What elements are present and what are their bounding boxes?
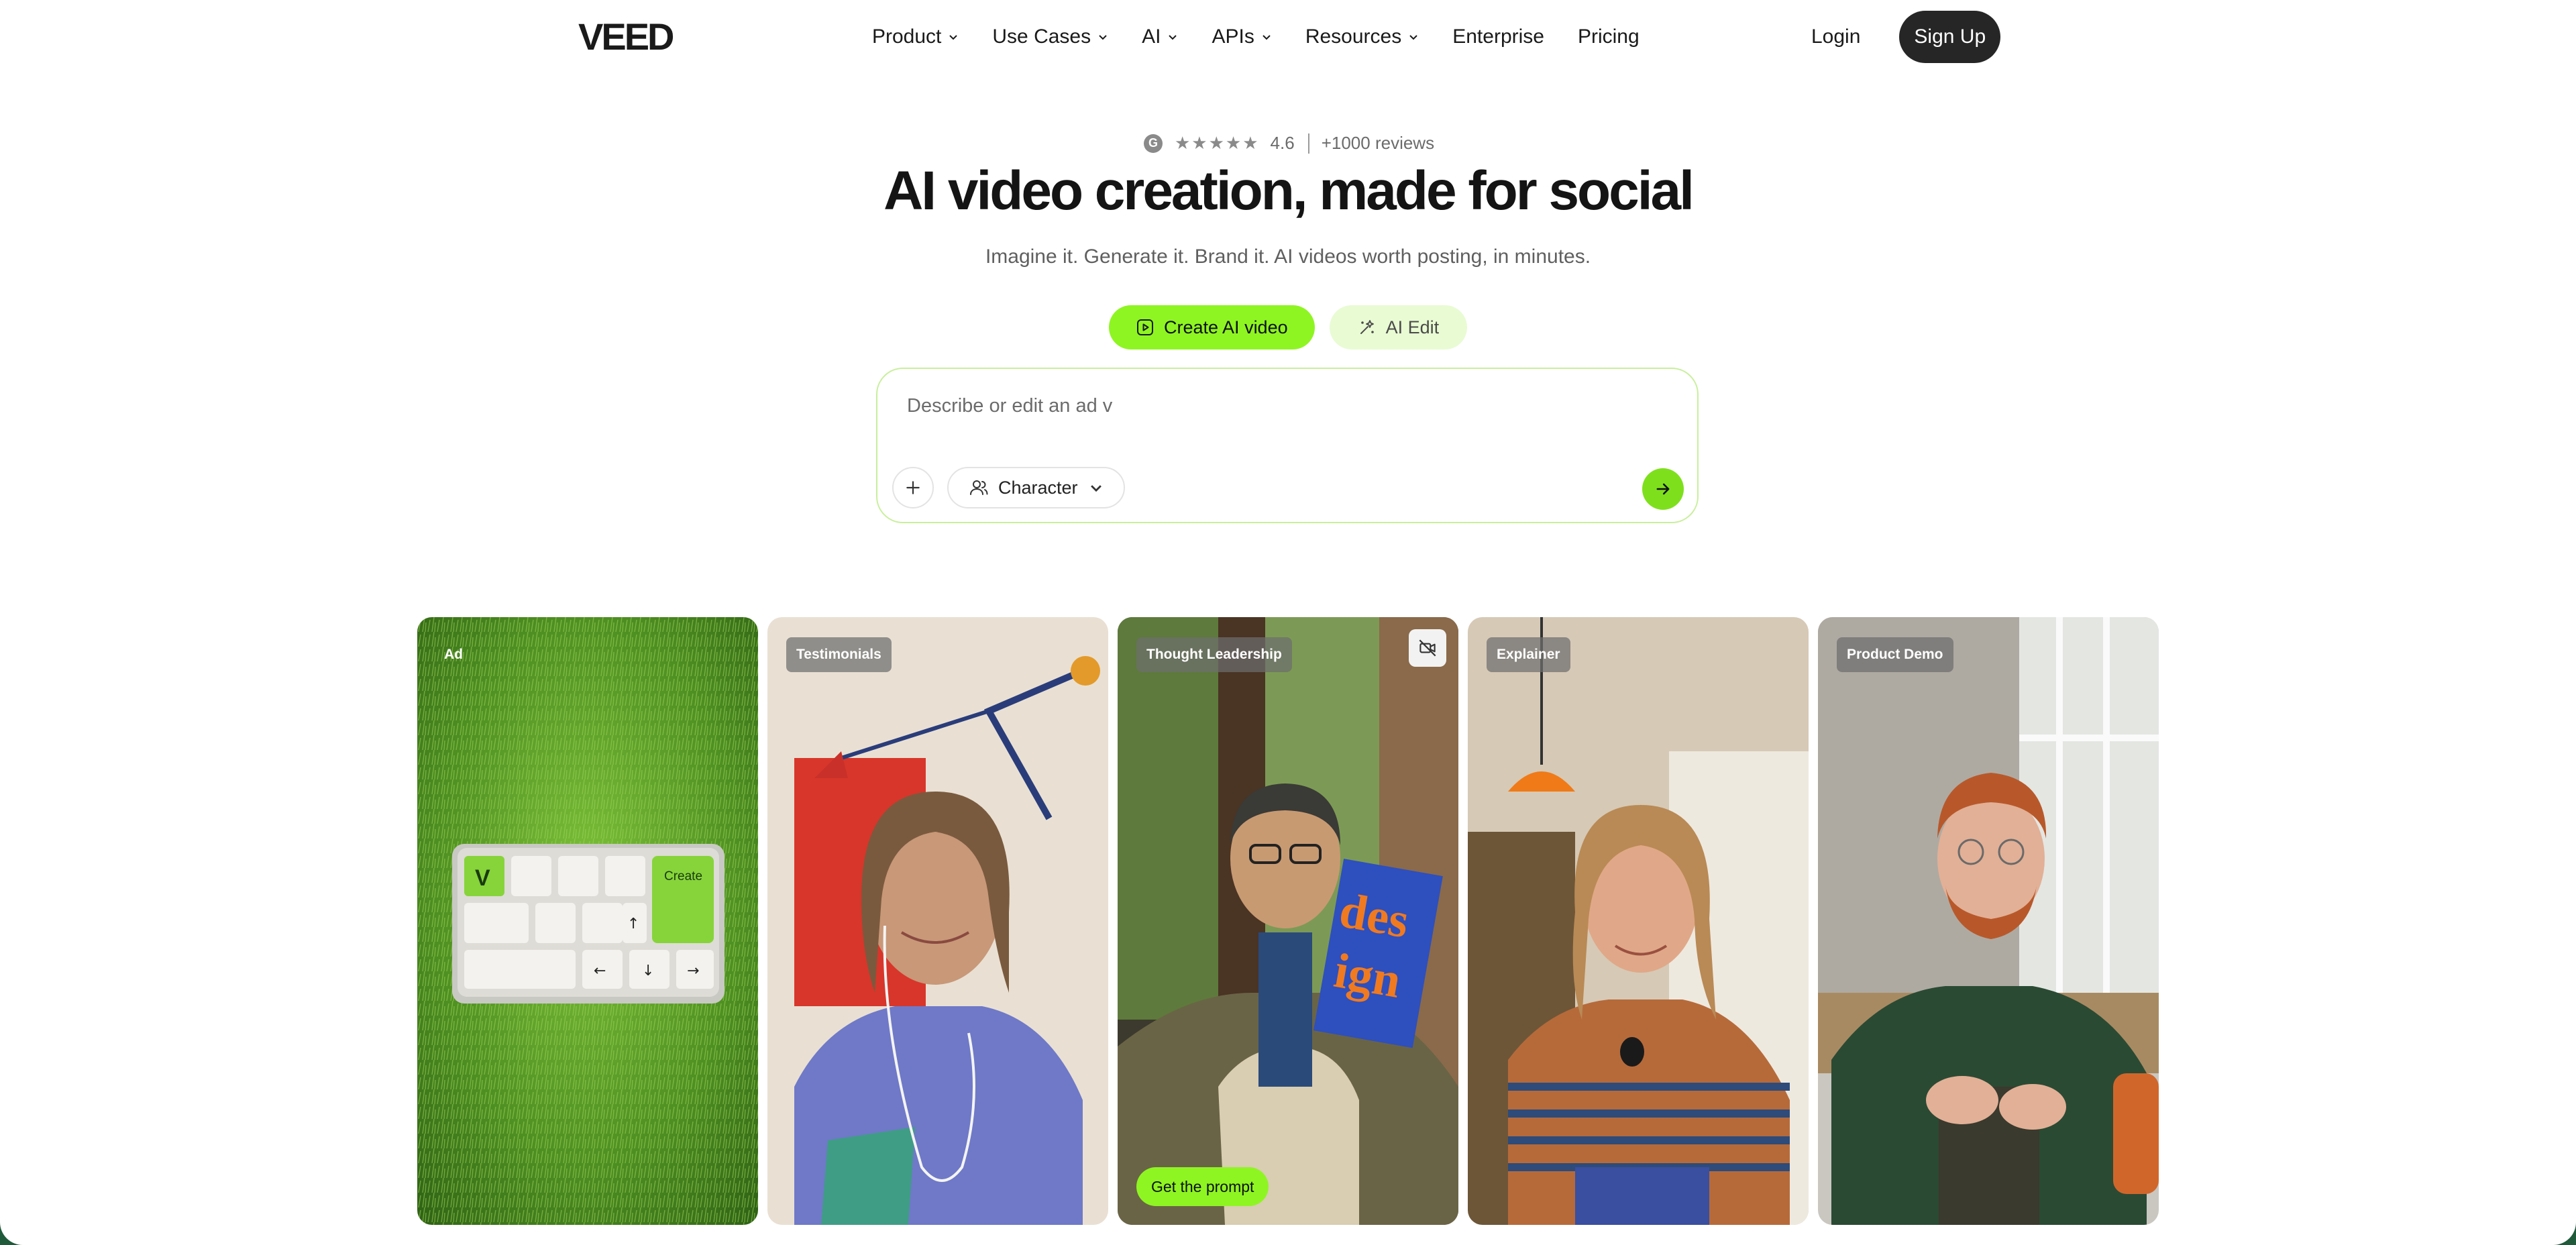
nav-item-use-cases[interactable]: Use Cases [992,25,1108,48]
nav-item-label: APIs [1212,25,1254,48]
svg-text:V: V [475,865,490,891]
ai-edit-button[interactable]: AI Edit [1329,305,1468,349]
nav-item-label: Use Cases [992,25,1091,48]
create-ai-video-button[interactable]: Create AI video [1109,305,1315,349]
card-badge: Product Demo [1837,637,1953,672]
book-cover-text: ign [1330,943,1405,1009]
create-key-label: Create [664,869,702,883]
nav-item-label: Product [872,25,942,48]
divider [1307,133,1309,154]
veed-logo-mark: VEED [578,15,676,58]
submit-prompt-button[interactable] [1642,468,1684,510]
nav-item-resources[interactable]: Resources [1305,25,1419,48]
header-actions: Login Sign Up [1811,11,2001,63]
card-badge: Ad [444,647,463,662]
card-product-demo[interactable]: Product Demo [1818,617,2159,1225]
sparkle-edit-icon [1360,320,1374,334]
page-subtitle: Imagine it. Generate it. Brand it. AI vi… [985,246,1591,268]
add-media-button[interactable] [892,467,934,508]
nav-item-apis[interactable]: APIs [1212,25,1271,48]
svg-text:→: → [687,963,699,979]
users-icon [970,480,988,495]
main-nav: Product Use Cases AI APIs Resources Ente… [872,20,1673,54]
review-count: +1000 reviews [1321,133,1435,153]
prompt-box: Character [876,368,1699,523]
arrow-right-icon [1656,483,1670,495]
veed-logo[interactable]: VEED [577,15,718,58]
g-logo-icon: G [1144,133,1163,153]
svg-text:↑: ↑ [627,916,639,932]
card-thought-leadership[interactable]: des ign Thought Leadership Get the promp… [1118,617,1458,1225]
mode-switcher: Create AI video AI Edit [1109,305,1468,349]
plus-icon [906,481,920,494]
man-by-window-image [1818,617,2159,1225]
mode-label: AI Edit [1385,317,1440,337]
prompt-input[interactable] [906,394,1646,418]
card-badge: Testimonials [786,637,892,672]
chevron-down-icon [1099,35,1107,40]
card-testimonials[interactable]: Testimonials [767,617,1108,1225]
nav-item-pricing[interactable]: Pricing [1578,25,1640,48]
nav-item-label: Enterprise [1452,25,1544,48]
svg-text:←: ← [594,963,606,979]
chevron-down-icon [949,35,958,40]
login-link[interactable]: Login [1811,25,1860,48]
chevron-down-icon [1090,485,1102,492]
rating-score: 4.6 [1270,133,1295,153]
nav-item-label: Pricing [1577,25,1640,48]
nav-item-label: Resources [1305,25,1402,48]
signup-button[interactable]: Sign Up [1899,11,2001,63]
svg-text:↓: ↓ [642,963,654,979]
keyboard-on-grass-image: V Create ↑ ← ↓ → [417,617,758,1225]
woman-with-earphones-image [767,617,1108,1225]
use-case-cards: V Create ↑ ← ↓ → Ad Testimonials des ign… [417,617,2159,1225]
card-ad[interactable]: V Create ↑ ← ↓ → Ad [417,617,758,1225]
no-camera-button[interactable] [1409,629,1446,667]
card-badge: Explainer [1487,637,1570,672]
chevron-down-icon [1169,35,1177,40]
nav-item-ai[interactable]: AI [1142,25,1178,48]
character-select[interactable]: Character [947,467,1125,508]
mode-label: Create AI video [1164,317,1288,337]
page: VEED Product Use Cases AI APIs Resources… [0,0,2576,1245]
chevron-down-icon [1409,35,1417,40]
play-square-icon [1137,319,1153,335]
nav-item-product[interactable]: Product [872,25,959,48]
rating-summary: G ★★★★★ 4.6 +1000 reviews [1144,133,1434,154]
no-camera-icon [1419,639,1436,657]
star-rating-icon: ★★★★★ [1175,133,1260,153]
card-explainer[interactable]: Explainer [1468,617,1809,1225]
character-label: Character [998,477,1078,498]
nav-item-label: AI [1142,25,1161,48]
get-the-prompt-button[interactable]: Get the prompt [1136,1167,1269,1206]
nav-item-enterprise[interactable]: Enterprise [1452,25,1544,48]
woman-in-kitchen-image [1468,617,1809,1225]
svg-text:VEED: VEED [578,19,674,55]
page-title: AI video creation, made for social [883,160,1695,221]
man-with-design-book-image: des ign [1118,617,1458,1225]
card-badge: Thought Leadership [1136,637,1292,672]
chevron-down-icon [1263,35,1271,40]
